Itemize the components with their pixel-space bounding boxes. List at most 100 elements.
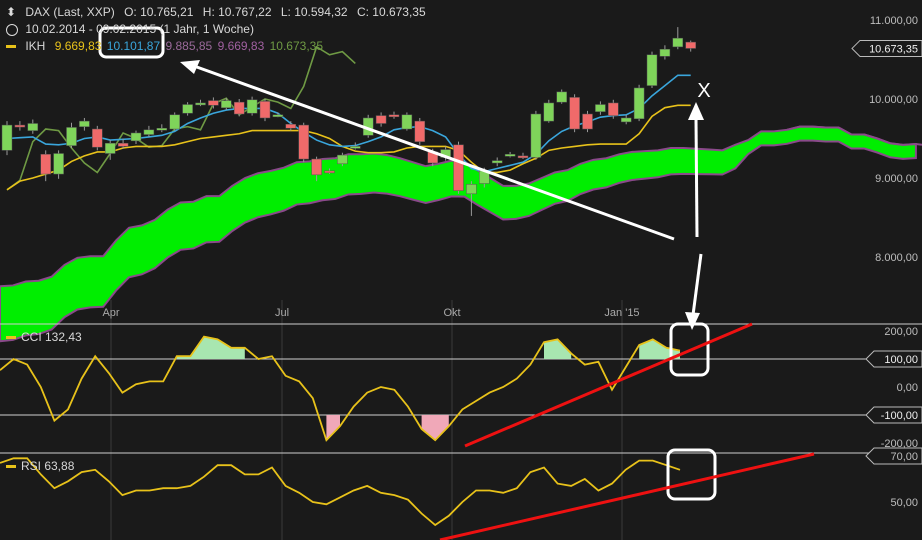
candle-up — [104, 142, 116, 154]
rsi-line — [0, 457, 681, 527]
candle-down — [375, 115, 387, 124]
price-tick-label: 8.000,00 — [875, 252, 918, 264]
highlight-box — [666, 448, 717, 501]
candle-up — [646, 54, 658, 86]
candle-up — [466, 184, 477, 195]
candle-up — [246, 99, 258, 114]
annotation-x: X — [697, 80, 710, 102]
candle-up — [350, 146, 361, 149]
annotations: X — [98, 26, 815, 540]
header-row-3: IKH 9.669,83 10.101,87 9.885,85 9.669,83… — [6, 39, 329, 53]
price-tick-label: 9.000,00 — [875, 173, 918, 185]
candle-up — [66, 127, 77, 146]
candle-up — [337, 154, 348, 165]
cci-line — [0, 335, 681, 442]
cci-panel: 200,000,00-200,00100,00-100,00 — [0, 326, 922, 450]
ikh-value-2: 10.101,87 — [106, 39, 161, 53]
clock-icon — [6, 23, 18, 36]
ikh-value-3: 9.885,85 — [165, 39, 213, 53]
rsi-tick-label: 50,00 — [890, 497, 918, 509]
candle-down — [685, 41, 696, 49]
candle-down — [14, 124, 26, 128]
time-tick-label: Jul — [275, 307, 289, 319]
candle-up — [221, 100, 232, 108]
low-value: L: 10.594,32 — [280, 5, 348, 19]
candle-up — [130, 132, 142, 142]
rsi-legend-swatch — [6, 465, 16, 469]
candle-down — [324, 170, 335, 174]
header-row-1: ⬍ DAX (Last, XXP) O: 10.765,21 H: 10.767… — [6, 5, 432, 19]
period-range: 10.02.2014 - 09.02.2015 (1 Jahr, 1 Woche… — [25, 22, 254, 36]
candle-up — [1, 124, 13, 151]
candle-down — [208, 100, 219, 106]
high-value: H: 10.767,22 — [202, 5, 272, 19]
candle-up — [491, 160, 503, 164]
ikh-value-4: 9.669,83 — [217, 39, 265, 53]
chart-canvas: 11.000,00 10.000,00 9.000,00 8.000,00 10.673… — [0, 15, 922, 540]
arrow-line — [694, 117, 699, 238]
candle-up — [53, 153, 64, 175]
time-tick-label: Apr — [102, 307, 119, 319]
cci-reference-label: 100,00 — [884, 354, 918, 366]
candle-down — [117, 142, 129, 147]
candle-up — [543, 102, 555, 122]
rsi-legend: RSI 63,88 — [6, 459, 74, 473]
candle-up — [182, 104, 193, 114]
open-value: O: 10.765,21 — [124, 5, 194, 19]
candle-down — [285, 124, 297, 129]
rsi-tick-label: 70,00 — [890, 451, 918, 463]
candle-down — [582, 113, 593, 130]
last-price-label: 10.673,35 — [869, 43, 918, 55]
cci-oversold-fill — [421, 415, 449, 441]
candle-down — [40, 154, 51, 175]
candle-up — [504, 154, 516, 157]
price-tick-label: 11.000,00 — [870, 15, 918, 27]
candle-down — [92, 128, 103, 148]
candle-up — [672, 37, 684, 48]
time-tick-label: Jan '15 — [604, 307, 639, 319]
cci-legend: CCI 132,43 — [6, 330, 82, 344]
candle-up — [272, 114, 284, 118]
candle-up — [27, 123, 39, 131]
candle-up — [659, 48, 671, 57]
candle-down — [259, 101, 271, 119]
candle-up — [401, 114, 413, 130]
candle-down — [608, 102, 619, 116]
cci-tick-label: 0,00 — [897, 382, 918, 394]
arrow-head — [180, 60, 200, 74]
candle-down — [517, 155, 529, 159]
cci-legend-swatch — [6, 336, 16, 340]
price-tick-label: 10.000,00 — [869, 94, 918, 106]
candle-up — [620, 117, 632, 123]
trendline-rsi — [439, 452, 815, 540]
candle-down — [414, 120, 426, 142]
close-value: C: 10.673,35 — [356, 5, 426, 19]
time-tick-label: Okt — [443, 307, 460, 319]
cci-reference-label: -100,00 — [881, 410, 918, 422]
header-row-2: 10.02.2014 - 09.02.2015 (1 Jahr, 1 Woche… — [6, 22, 260, 36]
candle-down — [311, 158, 322, 176]
candle-down — [233, 101, 245, 115]
candle-up — [195, 102, 206, 106]
rsi-legend-label: RSI 63,88 — [21, 459, 75, 473]
candle-up — [595, 104, 606, 112]
ikh-legend-swatch — [6, 45, 16, 49]
candle-up — [556, 91, 567, 103]
arrow-head — [685, 312, 700, 330]
candle-up — [633, 87, 645, 120]
ikh-label: IKH — [25, 39, 46, 53]
candle-up — [530, 113, 542, 158]
candle-up — [156, 127, 168, 131]
arrow-line — [691, 253, 703, 316]
instrument-name: DAX (Last, XXP) — [25, 5, 115, 19]
candle-down — [569, 97, 580, 130]
cci-legend-label: CCI 132,43 — [21, 330, 82, 344]
candle-up — [169, 114, 180, 130]
cci-tick-label: 200,00 — [884, 326, 918, 338]
chart-type-icon: ⬍ — [6, 5, 17, 19]
candle-down — [298, 124, 309, 160]
candle-down — [453, 144, 464, 191]
candle-up — [79, 120, 90, 127]
ikh-value-5: 10.673,35 — [269, 39, 324, 53]
candle-down — [388, 114, 400, 118]
